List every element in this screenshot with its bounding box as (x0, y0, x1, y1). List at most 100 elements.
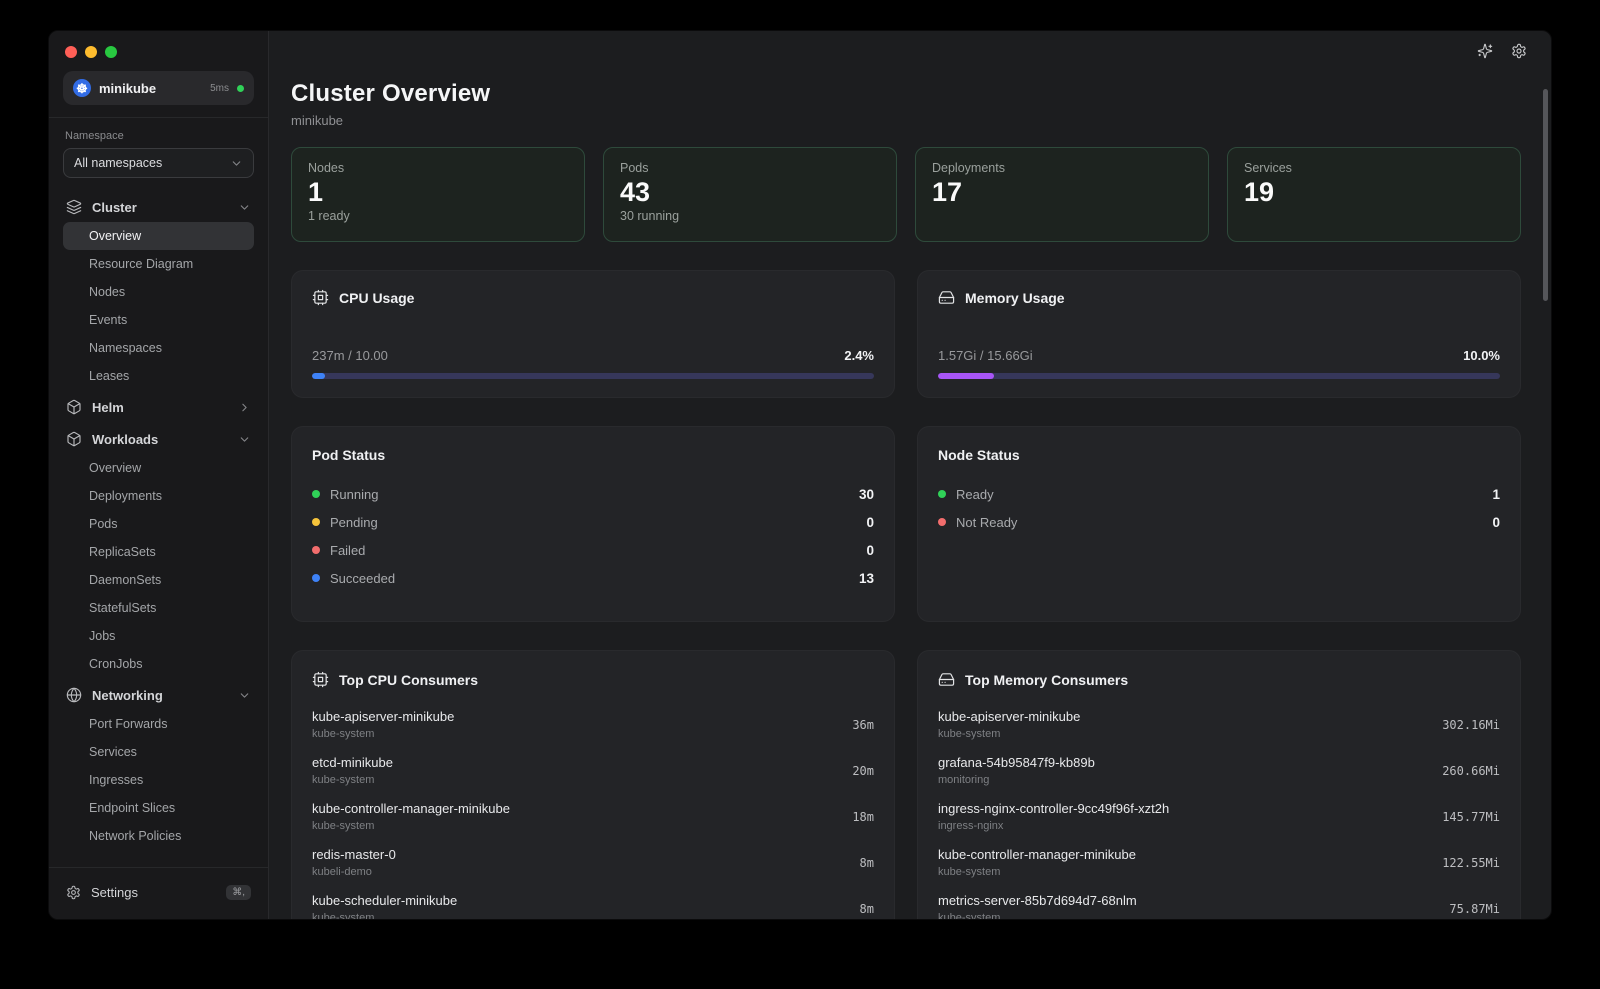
sidebar-item[interactable]: Leases (63, 362, 254, 390)
chevron-down-icon (238, 201, 251, 214)
sidebar-item[interactable]: Endpoint Slices (63, 794, 254, 822)
status-row: Failed 0 (312, 536, 874, 564)
package-icon (66, 399, 82, 415)
cluster-status-dot (237, 85, 244, 92)
consumer-row[interactable]: kube-controller-manager-minikube kube-sy… (312, 794, 874, 840)
chevron-down-icon (238, 689, 251, 702)
sidebar-item[interactable]: Ingresses (63, 766, 254, 794)
sidebar-item[interactable]: Network Policies (63, 822, 254, 850)
cpu-usage-card: CPU Usage 237m / 10.00 2.4% (291, 270, 895, 398)
sidebar-item[interactable]: Deployments (63, 482, 254, 510)
sidebar-item[interactable]: Namespaces (63, 334, 254, 362)
cpu-progress-bar (312, 373, 874, 379)
status-row: Running 30 (312, 480, 874, 508)
sidebar-section-workloads[interactable]: Workloads (63, 424, 254, 454)
gear-icon (66, 885, 81, 900)
sidebar-item[interactable]: Overview (63, 454, 254, 482)
status-dot (312, 546, 320, 554)
namespace-label: Namespace (65, 130, 252, 142)
memory-usage-percent: 10.0% (1463, 348, 1500, 363)
sidebar-section-networking[interactable]: Networking (63, 680, 254, 710)
sidebar: ☸ minikube 5ms Namespace All namespaces … (49, 31, 269, 919)
memory-usage-detail: 1.57Gi / 15.66Gi (938, 348, 1033, 363)
close-button[interactable] (65, 46, 77, 58)
memory-icon (938, 289, 955, 306)
chevron-down-icon (238, 433, 251, 446)
sparkles-icon[interactable] (1477, 43, 1493, 59)
status-dot (938, 490, 946, 498)
minimize-button[interactable] (85, 46, 97, 58)
chevron-right-icon (238, 401, 251, 414)
consumer-row[interactable]: ingress-nginx-controller-9cc49f96f-xzt2h… (938, 794, 1500, 840)
memory-icon (938, 671, 955, 688)
scrollbar-thumb[interactable] (1543, 89, 1548, 301)
top-cpu-consumers-card: Top CPU Consumers kube-apiserver-minikub… (291, 650, 895, 919)
sidebar-item[interactable]: Overview (63, 222, 254, 250)
settings-button[interactable]: Settings ⌘, (63, 877, 254, 907)
sidebar-item[interactable]: Resource Diagram (63, 250, 254, 278)
settings-shortcut-badge: ⌘, (226, 885, 251, 900)
cluster-latency: 5ms (210, 83, 229, 94)
cpu-icon (312, 671, 329, 688)
pod-status-card: Pod Status Running 30 Pending 0 (291, 426, 895, 622)
namespace-select[interactable]: All namespaces (63, 148, 254, 178)
sidebar-item[interactable]: Nodes (63, 278, 254, 306)
sidebar-item[interactable]: ReplicaSets (63, 538, 254, 566)
page-subtitle: minikube (291, 113, 1521, 129)
app-window: ☸ minikube 5ms Namespace All namespaces … (48, 30, 1552, 920)
memory-usage-card: Memory Usage 1.57Gi / 15.66Gi 10.0% (917, 270, 1521, 398)
sidebar-section-cluster[interactable]: Cluster (63, 192, 254, 222)
namespace-selected-value: All namespaces (74, 156, 162, 170)
cluster-selector[interactable]: ☸ minikube 5ms (63, 71, 254, 105)
memory-progress-bar (938, 373, 1500, 379)
sidebar-section-helm[interactable]: Helm (63, 392, 254, 422)
sidebar-item[interactable]: Pods (63, 510, 254, 538)
consumer-row[interactable]: metrics-server-85b7d694d7-68nlm kube-sys… (938, 886, 1500, 919)
consumer-row[interactable]: kube-scheduler-minikube kube-system 8m (312, 886, 874, 919)
layers-icon (66, 199, 82, 215)
consumer-row[interactable]: redis-master-0 kubeli-demo 8m (312, 840, 874, 886)
consumer-row[interactable]: grafana-54b95847f9-kb89b monitoring 260.… (938, 748, 1500, 794)
chevron-down-icon (230, 157, 243, 170)
zoom-button[interactable] (105, 46, 117, 58)
sidebar-item[interactable]: StatefulSets (63, 594, 254, 622)
cluster-name: minikube (99, 81, 156, 96)
sidebar-item[interactable]: DaemonSets (63, 566, 254, 594)
divider (49, 117, 268, 118)
stat-card: Deployments 17 (915, 147, 1209, 242)
top-memory-consumers-card: Top Memory Consumers kube-apiserver-mini… (917, 650, 1521, 919)
status-row: Succeeded 13 (312, 564, 874, 592)
status-dot (312, 490, 320, 498)
status-dot (312, 518, 320, 526)
stat-card: Nodes 1 1 ready (291, 147, 585, 242)
stat-card: Pods 43 30 running (603, 147, 897, 242)
sidebar-item[interactable]: Jobs (63, 622, 254, 650)
consumer-row[interactable]: kube-apiserver-minikube kube-system 36m (312, 702, 874, 748)
cpu-icon (312, 289, 329, 306)
consumer-row[interactable]: kube-apiserver-minikube kube-system 302.… (938, 702, 1500, 748)
node-status-card: Node Status Ready 1 Not Ready 0 (917, 426, 1521, 622)
sidebar-item[interactable]: Services (63, 738, 254, 766)
status-dot (312, 574, 320, 582)
sidebar-item[interactable]: Events (63, 306, 254, 334)
cpu-usage-percent: 2.4% (844, 348, 874, 363)
cpu-usage-detail: 237m / 10.00 (312, 348, 388, 363)
status-row: Pending 0 (312, 508, 874, 536)
main-content: Cluster Overview minikube Nodes 1 1 read… (269, 31, 1551, 919)
consumer-row[interactable]: etcd-minikube kube-system 20m (312, 748, 874, 794)
status-dot (938, 518, 946, 526)
globe-icon (66, 687, 82, 703)
sidebar-item[interactable]: Port Forwards (63, 710, 254, 738)
status-row: Ready 1 (938, 480, 1500, 508)
consumer-row[interactable]: kube-controller-manager-minikube kube-sy… (938, 840, 1500, 886)
status-row: Not Ready 0 (938, 508, 1500, 536)
stat-card: Services 19 (1227, 147, 1521, 242)
cpu-progress-fill (312, 373, 325, 379)
gear-icon[interactable] (1511, 43, 1527, 59)
cube-icon (66, 431, 82, 447)
memory-progress-fill (938, 373, 994, 379)
page-title: Cluster Overview (291, 79, 1521, 108)
sidebar-nav: Cluster OverviewResource DiagramNodesEve… (63, 192, 254, 867)
sidebar-item[interactable]: CronJobs (63, 650, 254, 678)
stat-cards: Nodes 1 1 ready Pods 43 30 running Deplo… (291, 147, 1521, 242)
